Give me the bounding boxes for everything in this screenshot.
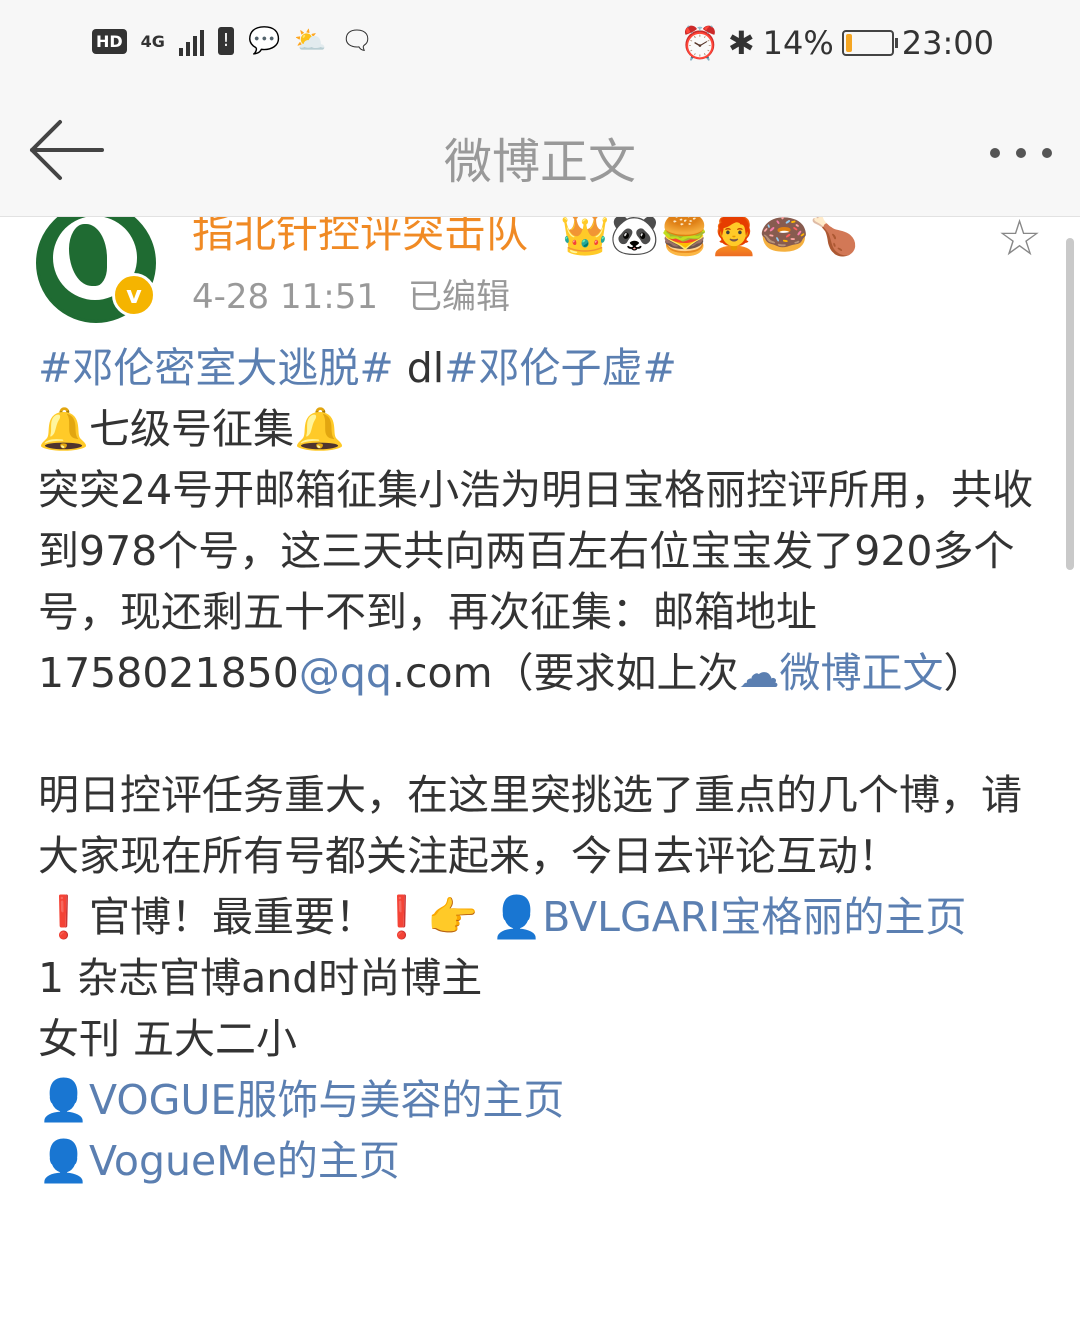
five-line: 女刊 五大二小 [38,1015,298,1063]
link-line: 👤VogueMe的主页 [38,1131,1038,1192]
network-label: 4G [140,31,165,51]
post-date: 4-28 11:51 [192,277,378,317]
more-options-icon[interactable] [990,148,1052,158]
text-span: ❗官博！最重要！❗👉 [38,893,492,941]
nav-bar: 微博正文 [0,88,1080,217]
paragraph-task: 明日控评任务重大，在这里突挑选了重点的几个博，请大家现在所有号都关注起来，今日去… [38,771,1022,880]
page-title: 微博正文 [443,134,636,190]
link-line: 👤VOGUE服饰与美容的主页 [38,1070,1038,1131]
paragraph-collection: 突突24号开邮箱征集小浩为明日宝格丽控评所用，共收到978个号，这三天共向两百左… [38,460,1038,704]
author-row: v 指北针控评突击队 👑🐼🍔🧑‍🦰🍩🍗 ☆ 4-28 11:51 已编辑 [0,217,1080,327]
battery-fill [845,34,852,52]
wechat-icon: 💬 [247,26,281,56]
alert-icon: ! [217,27,234,55]
bluetooth-icon: ✱ [727,24,755,62]
profile-link-vogue[interactable]: 👤VOGUE服饰与美容的主页 [38,1076,564,1124]
clock: 23:00 [901,24,994,62]
mention-link[interactable]: @qq [299,649,392,697]
weibo-link[interactable]: ☁微博正文 [739,649,944,697]
hashtag-link[interactable]: #邓伦子虚# [444,344,677,392]
edited-label: 已编辑 [407,277,510,317]
alarm-icon: ⏰ [680,24,720,62]
scrollbar[interactable] [1066,238,1074,570]
magazine-line: 1 杂志官博and时尚博主 [38,954,483,1002]
author-name[interactable]: 指北针控评突击队 [192,217,528,260]
status-left: HD 4G ! 💬 ⛅ 🗨 [92,26,374,56]
profile-link-bvlgari[interactable]: 👤BVLGARI宝格丽的主页 [491,893,966,941]
battery-icon [841,30,898,56]
text-span: ） [943,649,985,697]
post-meta: 4-28 11:51 已编辑 [192,269,510,318]
verified-badge-icon: v [112,273,156,317]
weather-icon: ⛅ [294,26,327,56]
status-right: ⏰ ✱ 14% 23:00 [680,24,994,62]
author-stickers: 👑🐼🍔🧑‍🦰🍩🍗 [560,217,859,258]
signal-icon [178,26,204,56]
hd-icon: HD [92,28,127,54]
heading-line: 🔔七级号征集🔔 [38,405,346,453]
official-line: ❗官博！最重要！❗👉 👤BVLGARI宝格丽的主页 [38,887,1038,948]
status-bar: HD 4G ! 💬 ⛅ 🗨 ⏰ ✱ 14% 23:00 [0,0,1080,88]
favorite-star-icon[interactable]: ☆ [997,217,1042,267]
hashtag-link[interactable]: #邓伦密室大逃脱# [38,344,394,392]
text-span: dl [393,344,445,392]
message-icon: 🗨 [340,26,374,56]
battery-percent: 14% [762,24,834,62]
post-body: #邓伦密室大逃脱# dl#邓伦子虚# 🔔七级号征集🔔 突突24号开邮箱征集小浩为… [38,338,1038,1192]
text-span: .com（要求如上次 [391,649,739,697]
hashtag-line: #邓伦密室大逃脱# dl#邓伦子虚# [38,338,1038,399]
profile-link-vogueme[interactable]: 👤VogueMe的主页 [38,1137,400,1185]
